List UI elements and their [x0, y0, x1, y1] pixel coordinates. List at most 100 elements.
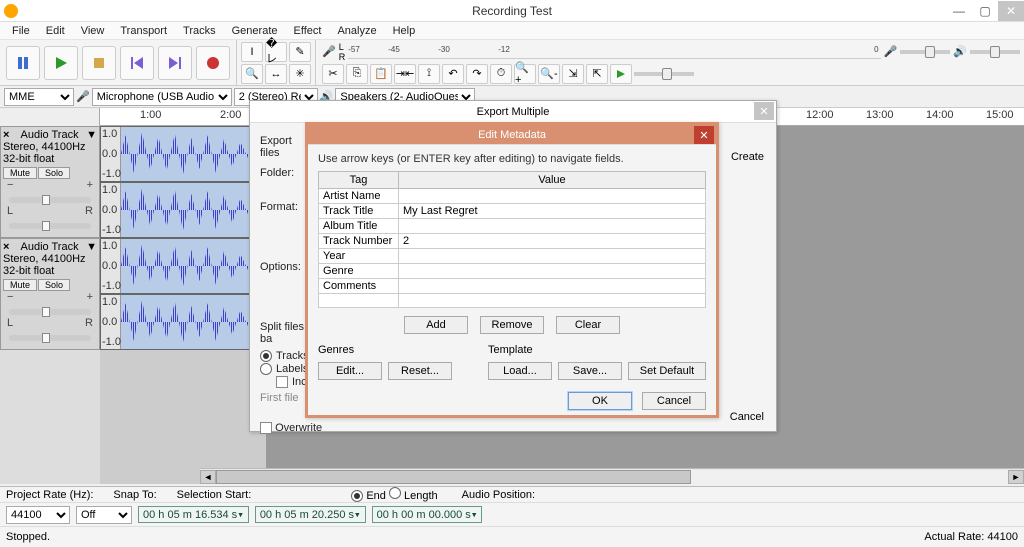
envelope-tool[interactable]: �レ: [265, 42, 287, 62]
copy-button[interactable]: ⎘: [346, 64, 368, 84]
gain-slider-2[interactable]: [9, 309, 91, 315]
menu-effect[interactable]: Effect: [286, 23, 330, 39]
scroll-left[interactable]: ◄: [200, 470, 216, 484]
zoom-tool[interactable]: 🔍: [241, 64, 263, 84]
audio-host-select[interactable]: MME: [4, 88, 74, 106]
selection-start-field[interactable]: 00 h 05 m 16.534 s▾: [138, 506, 249, 523]
metadata-clear-button[interactable]: Clear: [556, 316, 620, 334]
fit-selection-button[interactable]: ⇲: [562, 64, 584, 84]
status-text: Stopped.: [6, 531, 50, 543]
pause-button[interactable]: [6, 46, 40, 80]
trim-button[interactable]: ⇥⇤: [394, 64, 416, 84]
undo-button[interactable]: ↶: [442, 64, 464, 84]
menu-help[interactable]: Help: [385, 23, 424, 39]
draw-tool[interactable]: ✎: [289, 42, 311, 62]
split-tracks-radio[interactable]: [260, 350, 272, 362]
speaker-gain-icon: 🔊: [953, 45, 967, 58]
export-cancel-button[interactable]: Cancel: [730, 411, 764, 423]
genres-reset-button[interactable]: Reset...: [388, 362, 452, 380]
skip-end-button[interactable]: [158, 46, 192, 80]
overwrite-check[interactable]: [260, 422, 272, 434]
zoom-out-button[interactable]: 🔍-: [538, 64, 560, 84]
table-row: Track Number2: [319, 234, 706, 249]
recording-volume-slider[interactable]: [900, 50, 950, 54]
template-load-button[interactable]: Load...: [488, 362, 552, 380]
menu-transport[interactable]: Transport: [112, 23, 175, 39]
menu-analyze[interactable]: Analyze: [329, 23, 384, 39]
table-row: Track TitleMy Last Regret: [319, 204, 706, 219]
recording-device-select[interactable]: Microphone (USB Audio CO: [92, 88, 232, 106]
menu-view[interactable]: View: [73, 23, 113, 39]
sync-lock-button[interactable]: ⏱: [490, 64, 512, 84]
zoom-in-button[interactable]: 🔍+: [514, 64, 536, 84]
table-row: Comments: [319, 279, 706, 294]
maximize-button[interactable]: ▢: [972, 1, 998, 21]
pan-slider-1[interactable]: [9, 223, 91, 229]
project-rate-select[interactable]: 44100: [6, 506, 70, 524]
solo-button-1[interactable]: Solo: [38, 167, 70, 179]
metadata-hint: Use arrow keys (or ENTER key after editi…: [318, 153, 706, 165]
menu-file[interactable]: File: [4, 23, 38, 39]
export-create-button[interactable]: Create: [731, 151, 764, 163]
timeshift-tool[interactable]: ↔: [265, 64, 287, 84]
app-icon: [4, 4, 18, 18]
edit-metadata-dialog: Edit Metadata✕ Use arrow keys (or ENTER …: [305, 122, 719, 418]
gain-slider-1[interactable]: [9, 197, 91, 203]
metadata-remove-button[interactable]: Remove: [480, 316, 544, 334]
mic-icon: 🎤: [76, 90, 90, 103]
minimize-button[interactable]: —: [946, 1, 972, 21]
play-at-speed-button[interactable]: [610, 64, 632, 84]
end-radio[interactable]: [351, 490, 363, 502]
silence-button[interactable]: ⟟: [418, 64, 440, 84]
cut-button[interactable]: ✂: [322, 64, 344, 84]
toolbar-area: I �レ ✎ 🔍 ↔ ✳ 🎤 LR -57 -45 -30 -12 0 🎤 🔊: [0, 40, 1024, 86]
mute-button-2[interactable]: Mute: [3, 279, 37, 291]
table-row: [319, 294, 706, 308]
playback-speed-slider[interactable]: [634, 64, 694, 84]
statusbar: Project Rate (Hz): Snap To: Selection St…: [0, 486, 1024, 547]
selection-end-field[interactable]: 00 h 05 m 20.250 s▾: [255, 506, 366, 523]
paste-button[interactable]: 📋: [370, 64, 392, 84]
metadata-table[interactable]: TagValue Artist Name Track TitleMy Last …: [318, 171, 706, 308]
selection-tool[interactable]: I: [241, 42, 263, 62]
pan-slider-2[interactable]: [9, 335, 91, 341]
solo-button-2[interactable]: Solo: [38, 279, 70, 291]
table-row: Artist Name: [319, 189, 706, 204]
fit-project-button[interactable]: ⇱: [586, 64, 608, 84]
snap-to-select[interactable]: Off: [76, 506, 132, 524]
multi-tool[interactable]: ✳: [289, 64, 311, 84]
close-button[interactable]: ✕: [998, 1, 1024, 21]
metadata-ok-button[interactable]: OK: [568, 392, 632, 410]
play-button[interactable]: [44, 46, 78, 80]
template-setdefault-button[interactable]: Set Default: [628, 362, 706, 380]
recording-meter[interactable]: -57 -45 -30 -12 0: [348, 45, 880, 59]
export-close-icon[interactable]: ✕: [754, 102, 774, 120]
skip-start-button[interactable]: [120, 46, 154, 80]
mute-button-1[interactable]: Mute: [3, 167, 37, 179]
track-close-2[interactable]: ×: [3, 241, 13, 253]
menubar: File Edit View Transport Tracks Generate…: [0, 22, 1024, 40]
menu-edit[interactable]: Edit: [38, 23, 73, 39]
metadata-add-button[interactable]: Add: [404, 316, 468, 334]
playback-volume-slider[interactable]: [970, 50, 1020, 54]
audio-position-field[interactable]: 00 h 00 m 00.000 s▾: [372, 506, 483, 523]
genres-edit-button[interactable]: Edit...: [318, 362, 382, 380]
split-labels-radio[interactable]: [260, 363, 272, 375]
scroll-right[interactable]: ►: [1008, 470, 1024, 484]
template-save-button[interactable]: Save...: [558, 362, 622, 380]
track-header-2[interactable]: ×Audio Track▼ Stereo, 44100Hz 32-bit flo…: [0, 238, 100, 350]
menu-tracks[interactable]: Tracks: [175, 23, 224, 39]
include-check[interactable]: [276, 376, 288, 388]
stop-button[interactable]: [82, 46, 116, 80]
table-row: Genre: [319, 264, 706, 279]
metadata-cancel-button[interactable]: Cancel: [642, 392, 706, 410]
mic-meter-icon: 🎤: [322, 45, 336, 58]
track-close-1[interactable]: ×: [3, 129, 13, 141]
length-radio[interactable]: [389, 487, 401, 499]
table-row: Album Title: [319, 219, 706, 234]
metadata-close-icon[interactable]: ✕: [694, 126, 714, 144]
horizontal-scrollbar[interactable]: ◄ ►: [200, 468, 1024, 484]
redo-button[interactable]: ↷: [466, 64, 488, 84]
record-button[interactable]: [196, 46, 230, 80]
track-header-1[interactable]: ×Audio Track▼ Stereo, 44100Hz 32-bit flo…: [0, 126, 100, 238]
